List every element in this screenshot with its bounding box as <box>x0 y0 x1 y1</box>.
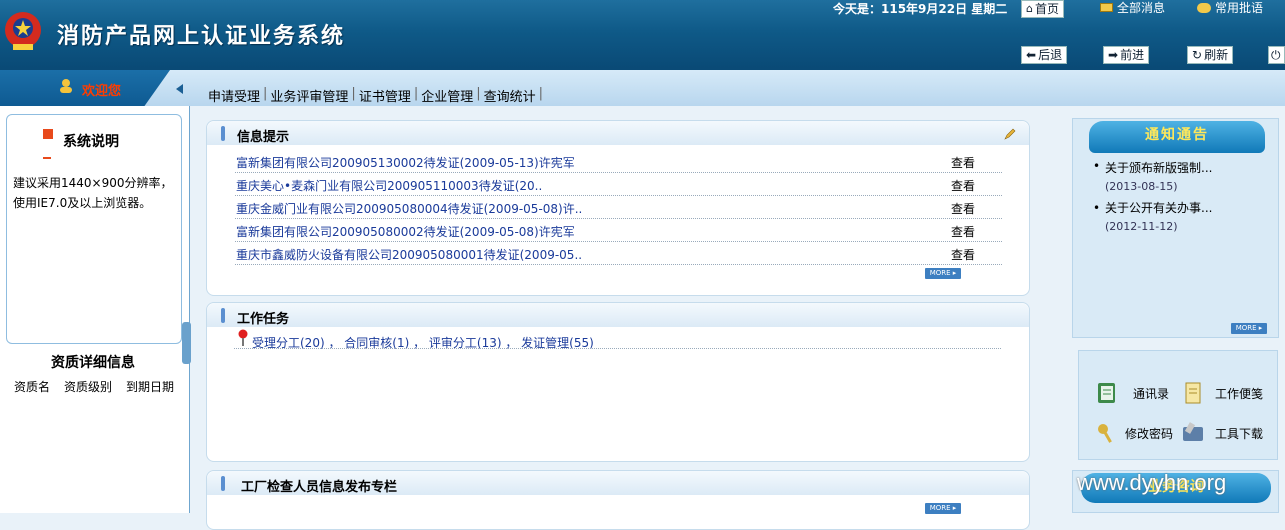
pencil-icon[interactable] <box>1003 127 1017 141</box>
col-expiry: 到期日期 <box>126 380 175 394</box>
notice-title: 通知通告 <box>1089 121 1265 153</box>
arrow-right-icon: ➡ <box>1108 48 1119 62</box>
bullet-icon: • <box>1093 201 1101 215</box>
divider <box>43 157 51 159</box>
header-bar: 消防产品网上认证业务系统 今天是：115年9月22日 星期二 ⌂ 首页 全部消息… <box>0 0 1285 68</box>
table-row[interactable]: 富新集团有限公司200905080002待发证(2009-05-08)许宪军 查… <box>235 220 1002 242</box>
col-qual-name: 资质名 <box>14 380 51 394</box>
envelope-icon <box>1100 3 1113 12</box>
power-button[interactable]: ⏻ <box>1268 46 1285 64</box>
row-text[interactable]: 重庆美心•麦森门业有限公司200905110003待发证(20.. <box>236 175 542 197</box>
current-date: 今天是：115年9月22日 星期二 <box>833 2 1008 16</box>
table-row[interactable]: 重庆金威门业有限公司200905080004待发证(2009-05-08)许..… <box>235 197 1002 219</box>
menu-separator: | <box>351 86 356 101</box>
power-icon: ⏻ <box>1271 48 1281 62</box>
qualification-title: 资质详细信息 <box>51 355 135 371</box>
menu-item-application[interactable]: 申请受理 <box>208 86 263 105</box>
common-approvals-link[interactable]: 常用批语 <box>1197 0 1263 16</box>
info-panel-header: 信息提示 <box>207 121 1029 145</box>
col-qual-level: 资质级别 <box>64 380 113 394</box>
divider <box>234 348 1001 349</box>
address-book-icon <box>1098 383 1115 403</box>
welcome-text: 欢迎您 <box>82 84 122 99</box>
factory-panel-header: 工厂检查人员信息发布专栏 <box>207 471 1029 495</box>
notice-item-date: (2012-11-12) <box>1105 220 1178 233</box>
memo-tool[interactable]: 工作便笺 <box>1181 381 1263 405</box>
system-title: 消防产品网上认证业务系统 <box>57 24 346 49</box>
back-button[interactable]: ⬅ 后退 <box>1021 46 1068 64</box>
view-link[interactable]: 查看 <box>951 198 975 220</box>
menu-item-certificates[interactable]: 证书管理 <box>359 86 414 105</box>
work-panel: 工作任务 <box>206 302 1030 462</box>
notice-item-date: (2013-08-15) <box>1105 180 1178 193</box>
menu-separator: | <box>538 86 544 101</box>
factory-panel-title: 工厂检查人员信息发布专栏 <box>241 480 398 495</box>
menu-separator: | <box>476 86 481 101</box>
download-tool[interactable]: 工具下载 <box>1181 421 1263 445</box>
refresh-button[interactable]: ↻ 刷新 <box>1187 46 1234 64</box>
menu-item-statistics[interactable]: 查询统计 <box>484 86 539 105</box>
menu-item-review[interactable]: 业务评审管理 <box>270 86 351 105</box>
table-row[interactable]: 重庆美心•麦森门业有限公司200905110003待发证(20.. 查看 <box>235 174 1002 196</box>
notice-panel: 通知通告 • 关于颁布新版强制... (2013-08-15) • 关于公开有关… <box>1072 118 1279 338</box>
section-bar-icon <box>221 308 225 323</box>
tools-panel: 通讯录 工作便笺 修改密码 工具下载 <box>1078 350 1278 460</box>
info-bullet-icon <box>43 129 53 139</box>
table-row[interactable]: 富新集团有限公司200905130002待发证(2009-05-13)许宪军 查… <box>235 151 1002 173</box>
more-button[interactable]: MORE ▸ <box>925 503 961 514</box>
menu-item-enterprise[interactable]: 企业管理 <box>421 86 476 105</box>
user-icon <box>60 79 72 93</box>
tools-icon <box>1183 422 1203 441</box>
view-link[interactable]: 查看 <box>951 175 975 197</box>
info-panel: 信息提示 富新集团有限公司200905130002待发证(2009-05-13)… <box>206 120 1030 296</box>
menu-separator: | <box>263 86 268 101</box>
row-text[interactable]: 富新集团有限公司200905130002待发证(2009-05-13)许宪军 <box>236 152 575 174</box>
row-text[interactable]: 重庆金威门业有限公司200905080004待发证(2009-05-08)许.. <box>236 198 582 220</box>
table-row[interactable]: 重庆市鑫威防火设备有限公司200905080001待发证(2009-05.. 查… <box>235 243 1002 265</box>
home-icon: ⌂ <box>1026 2 1033 15</box>
collapse-arrow-icon[interactable] <box>176 84 183 94</box>
all-messages-link[interactable]: 全部消息 <box>1100 0 1165 16</box>
home-button[interactable]: ⌂ 首页 <box>1021 0 1064 18</box>
row-text[interactable]: 富新集团有限公司200905080002待发证(2009-05-08)许宪军 <box>236 221 575 243</box>
watermark-text: www.dyyhn.org <box>1077 470 1227 495</box>
row-text[interactable]: 重庆市鑫威防火设备有限公司200905080001待发证(2009-05.. <box>236 244 582 266</box>
keys-icon <box>1098 424 1112 443</box>
nav-bar: 欢迎您 申请受理 | 业务评审管理 | 证书管理 | 企业管理 | 查询统计 | <box>0 68 1285 106</box>
left-sidebar: 系统说明 建议采用1440×900分辨率，使用IE7.0及以上浏览器。 资质详细… <box>0 106 190 513</box>
factory-panel: 工厂检查人员信息发布专栏 MORE ▸ <box>206 470 1030 530</box>
info-panel-title: 信息提示 <box>237 130 290 145</box>
notice-item-title[interactable]: 关于颁布新版强制... <box>1105 159 1212 176</box>
work-panel-title: 工作任务 <box>237 312 290 327</box>
qualification-columns: 资质名 资质级别 到期日期 <box>14 378 174 395</box>
notepad-icon <box>1185 382 1201 404</box>
section-bar-icon <box>221 126 225 141</box>
menu-separator: | <box>413 86 419 101</box>
forward-button[interactable]: ➡ 前进 <box>1103 46 1150 64</box>
section-bar-icon <box>221 476 225 491</box>
contacts-tool[interactable]: 通讯录 <box>1095 381 1169 405</box>
refresh-icon: ↻ <box>1192 48 1203 62</box>
system-info-title: 系统说明 <box>63 134 119 150</box>
view-link[interactable]: 查看 <box>951 221 975 243</box>
view-link[interactable]: 查看 <box>951 244 975 266</box>
arrow-left-icon: ⬅ <box>1026 48 1037 62</box>
more-button[interactable]: MORE ▸ <box>925 268 961 279</box>
pin-icon <box>238 329 248 346</box>
main-menu: 申请受理 | 业务评审管理 | 证书管理 | 企业管理 | 查询统计 | <box>208 86 546 105</box>
notice-item-title[interactable]: 关于公开有关办事... <box>1105 199 1212 216</box>
system-info-text: 建议采用1440×900分辨率，使用IE7.0及以上浏览器。 <box>13 176 173 210</box>
chat-icon <box>1197 2 1211 13</box>
system-info-box: 系统说明 建议采用1440×900分辨率，使用IE7.0及以上浏览器。 <box>6 114 182 344</box>
view-link[interactable]: 查看 <box>951 152 975 174</box>
work-panel-header: 工作任务 <box>207 303 1029 327</box>
police-emblem-icon <box>5 12 41 50</box>
bullet-icon: • <box>1093 159 1101 173</box>
sidebar-collapse-handle[interactable] <box>182 322 191 364</box>
more-button[interactable]: MORE ▸ <box>1231 323 1267 334</box>
change-password-tool[interactable]: 修改密码 <box>1095 421 1173 445</box>
